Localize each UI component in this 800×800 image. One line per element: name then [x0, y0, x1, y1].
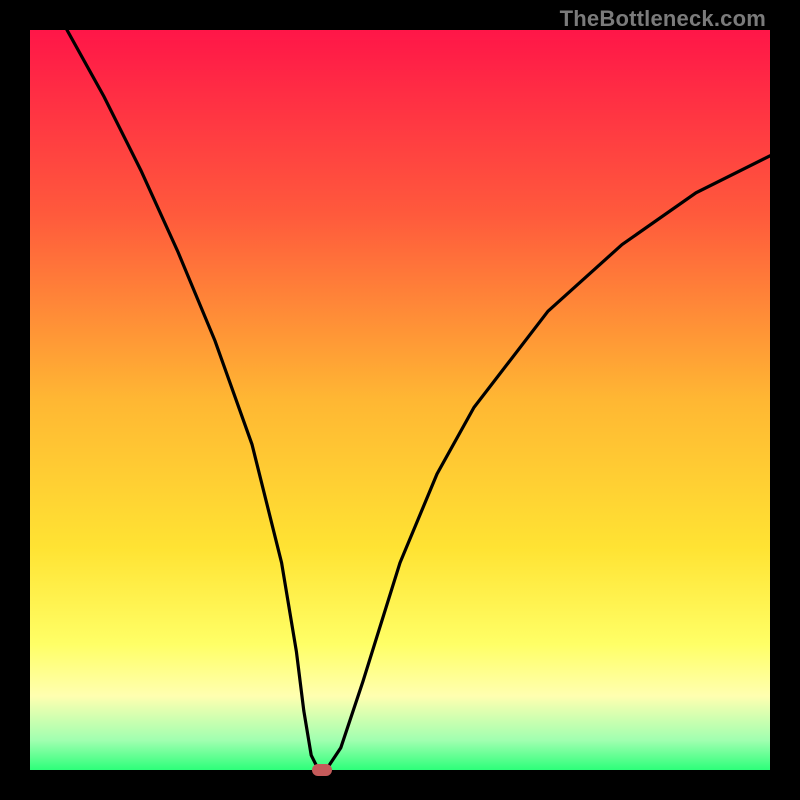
chart-container: TheBottleneck.com: [0, 0, 800, 800]
curve-layer: [30, 30, 770, 770]
optimal-point-marker: [312, 764, 332, 776]
plot-area: [30, 30, 770, 770]
watermark-text: TheBottleneck.com: [560, 6, 766, 32]
bottleneck-curve: [67, 30, 770, 770]
